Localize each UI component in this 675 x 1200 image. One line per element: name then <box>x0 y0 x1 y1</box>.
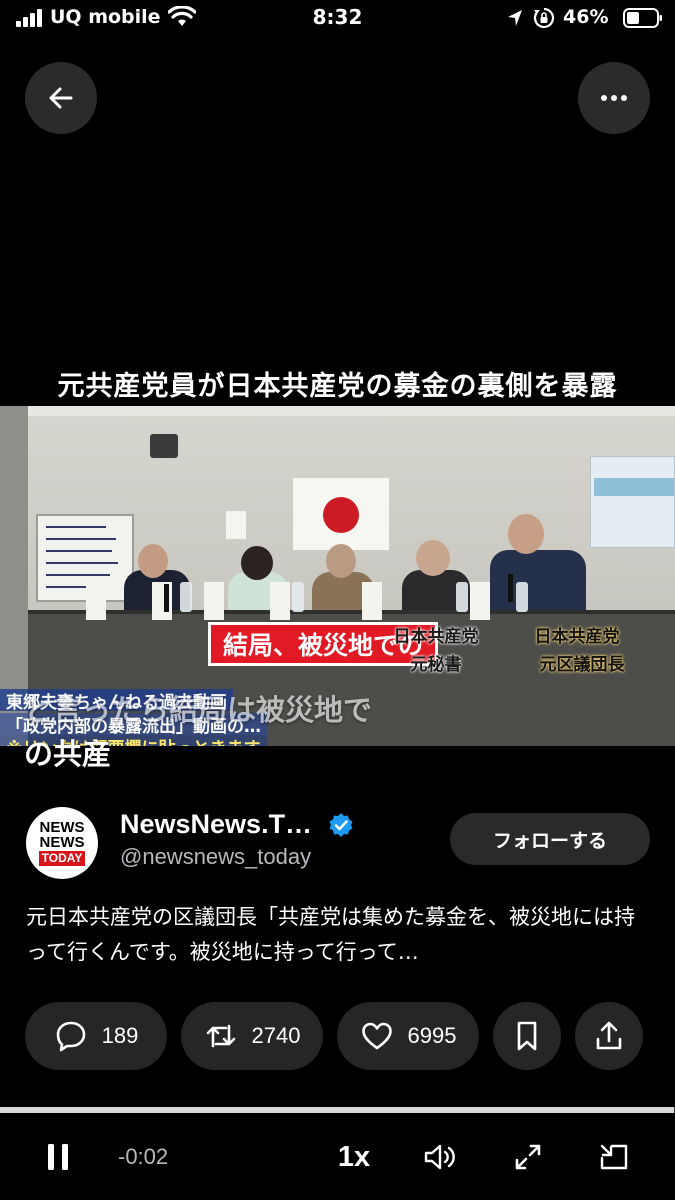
like-button[interactable]: 6995 <box>337 1002 479 1070</box>
battery-percent: 46% <box>563 6 609 28</box>
avatar-text: NEWS <box>39 834 85 851</box>
author-handle[interactable]: @newsnews_today <box>120 844 311 870</box>
video-subtitle: と言ったら結局は被災地で の共産 <box>24 688 654 776</box>
playback-progress-fill <box>0 1107 674 1113</box>
avatar-text: NEWS <box>39 819 85 836</box>
playback-speed-button[interactable]: 1x <box>330 1135 378 1179</box>
retweet-icon <box>206 1024 235 1048</box>
arrow-left-icon <box>49 87 73 109</box>
back-button[interactable] <box>25 62 97 134</box>
subtitle-line: と言ったら結局は被災地で <box>24 693 373 727</box>
subtitle-line: の共産 <box>24 737 112 771</box>
avatar-text: TODAY <box>38 851 86 866</box>
video-speaker-label: 日本共産党 <box>393 627 479 647</box>
time-remaining: -0:02 <box>118 1144 169 1169</box>
video-speaker-label: 元秘書 <box>410 655 462 675</box>
picture-in-picture-icon <box>600 1144 628 1170</box>
heart-icon <box>361 1022 392 1050</box>
poster-image <box>590 456 675 548</box>
tweet-text[interactable]: 元日本共産党の区議団長「共産党は集めた募金を、被災地には持って行くんです。被災地… <box>26 900 651 970</box>
retweet-button[interactable]: 2740 <box>181 1002 323 1070</box>
retweet-count: 2740 <box>251 1023 301 1048</box>
reply-count: 189 <box>101 1023 139 1048</box>
bookmark-button[interactable] <box>493 1002 561 1070</box>
follow-button[interactable]: フォローする <box>450 813 650 865</box>
more-button[interactable] <box>578 62 650 134</box>
video-banner-title: 元共産党員が日本共産党の募金の裏側を暴露 <box>0 360 675 406</box>
pause-button[interactable] <box>40 1135 76 1179</box>
volume-button[interactable] <box>420 1135 460 1179</box>
share-button[interactable] <box>575 1002 643 1070</box>
video-speaker-label: 日本共産党 <box>534 627 620 647</box>
bookmark-icon <box>517 1021 537 1051</box>
more-horizontal-icon <box>601 95 627 101</box>
projector-image <box>150 434 178 458</box>
expand-button[interactable] <box>508 1135 548 1179</box>
like-count: 6995 <box>407 1023 457 1048</box>
avatar[interactable]: NEWS NEWS TODAY <box>26 807 98 879</box>
share-icon <box>596 1021 622 1050</box>
status-bar: UQ mobile 8:32 46% <box>0 0 675 40</box>
picture-in-picture-button[interactable] <box>594 1135 634 1179</box>
orientation-lock-icon <box>533 7 555 29</box>
video-speaker-label: 元区議団長 <box>539 655 625 675</box>
volume-icon <box>424 1144 455 1170</box>
author-display-name[interactable]: NewsNews.T… <box>120 809 312 840</box>
expand-icon <box>515 1144 541 1170</box>
reply-icon <box>56 1021 85 1052</box>
reply-button[interactable]: 189 <box>25 1002 167 1070</box>
location-arrow-icon <box>508 10 522 26</box>
playback-progress-bar[interactable] <box>0 1107 675 1113</box>
verified-badge-icon <box>329 813 353 837</box>
pause-icon <box>48 1144 68 1170</box>
battery-icon <box>623 8 662 28</box>
whiteboard-image <box>36 514 134 602</box>
